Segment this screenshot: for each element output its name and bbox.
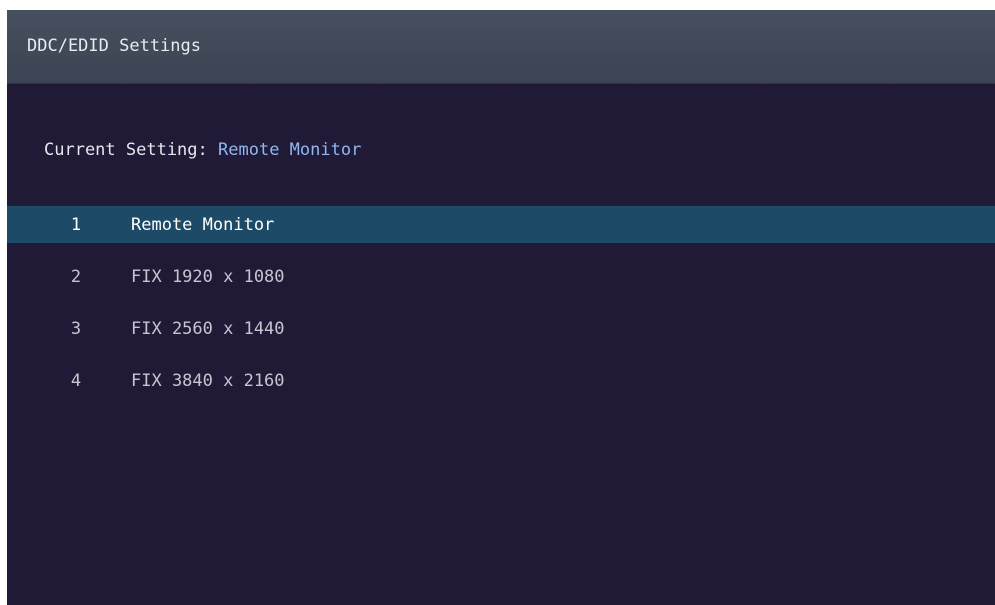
title-bar: DDC/EDID Settings xyxy=(7,10,995,84)
option-label: Remote Monitor xyxy=(131,215,275,235)
edid-option-list: 1 Remote Monitor 2 FIX 1920 x 1080 3 FIX… xyxy=(7,206,995,414)
option-fix-3840x2160[interactable]: 4 FIX 3840 x 2160 xyxy=(7,362,995,399)
current-setting-label: Current Setting: xyxy=(44,140,208,160)
option-label: FIX 2560 x 1440 xyxy=(131,319,285,339)
option-label: FIX 3840 x 2160 xyxy=(131,371,285,391)
current-setting-value: Remote Monitor xyxy=(218,140,362,160)
option-fix-2560x1440[interactable]: 3 FIX 2560 x 1440 xyxy=(7,310,995,347)
option-label: FIX 1920 x 1080 xyxy=(131,267,285,287)
screen-title: DDC/EDID Settings xyxy=(27,36,201,56)
option-fix-1920x1080[interactable]: 2 FIX 1920 x 1080 xyxy=(7,258,995,295)
current-setting: Current Setting: Remote Monitor xyxy=(44,140,361,160)
option-number: 1 xyxy=(70,215,82,235)
option-number: 4 xyxy=(70,371,82,391)
ddc-edid-settings-screen: DDC/EDID Settings Current Setting: Remot… xyxy=(7,10,995,605)
option-remote-monitor[interactable]: 1 Remote Monitor xyxy=(7,206,995,243)
option-number: 3 xyxy=(70,319,82,339)
option-number: 2 xyxy=(70,267,82,287)
